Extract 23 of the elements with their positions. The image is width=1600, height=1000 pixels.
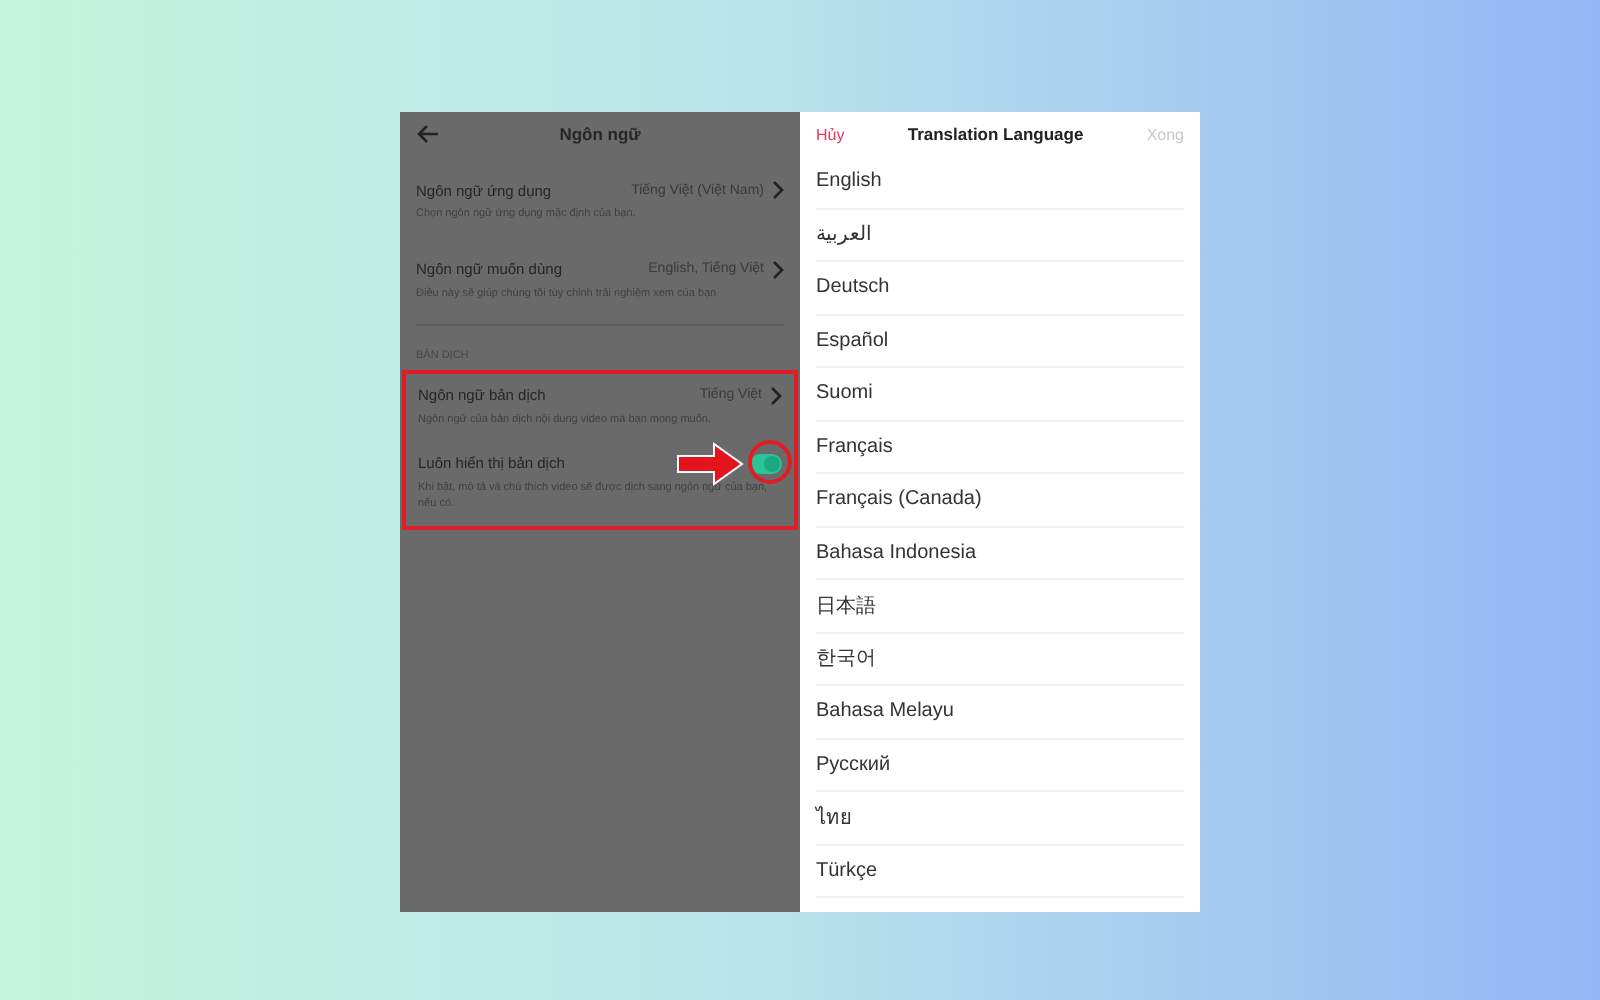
- back-icon[interactable]: [416, 124, 440, 144]
- annotation-arrow: [676, 441, 744, 486]
- language-option[interactable]: العربية: [816, 222, 872, 247]
- language-option[interactable]: Bahasa Melayu: [816, 700, 954, 723]
- language-option[interactable]: Deutsch: [816, 276, 890, 299]
- chevron-icon: [770, 259, 784, 280]
- toggle-switch[interactable]: [750, 453, 782, 474]
- language-option[interactable]: ไทย: [816, 802, 852, 833]
- language-option[interactable]: Русский: [816, 753, 891, 776]
- language-option[interactable]: Bahasa Indonesia: [816, 541, 977, 564]
- language-option[interactable]: Español: [816, 329, 889, 352]
- language-option[interactable]: Suomi: [816, 382, 873, 405]
- sheet-title: Translation Language: [905, 124, 1086, 144]
- language-option[interactable]: 日本語: [816, 591, 876, 620]
- cancel-button[interactable]: Hủy: [816, 125, 845, 143]
- language-option[interactable]: English: [816, 170, 882, 193]
- language-option[interactable]: Français (Canada): [816, 488, 982, 511]
- language-option[interactable]: Türkçe: [816, 859, 878, 882]
- screen-title: Ngôn ngữ: [557, 124, 643, 144]
- language-option[interactable]: 한국어: [816, 644, 876, 673]
- chevron-icon: [768, 385, 782, 406]
- chevron-icon: [770, 180, 784, 200]
- language-option[interactable]: Français: [816, 435, 893, 458]
